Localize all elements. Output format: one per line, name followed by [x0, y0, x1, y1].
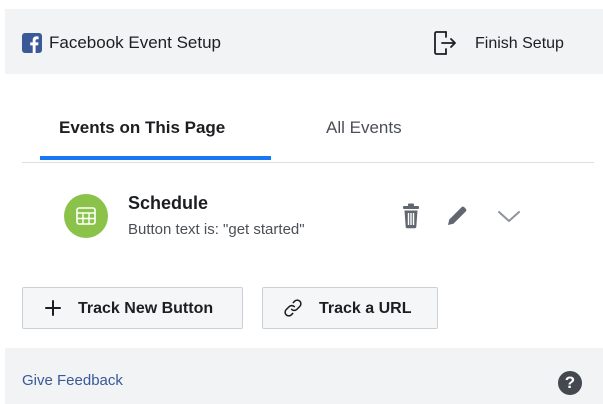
edit-event-button[interactable]	[445, 204, 469, 228]
tab-label: All Events	[326, 118, 402, 137]
track-new-button-button[interactable]: Track New Button	[22, 287, 243, 329]
panel-header: Facebook Event Setup Finish Setup	[5, 9, 603, 74]
tab-label: Events on This Page	[59, 118, 226, 137]
panel-footer: Give Feedback ?	[5, 348, 603, 404]
active-tab-indicator	[40, 156, 271, 160]
link-icon	[284, 299, 302, 317]
pencil-icon	[448, 206, 467, 225]
finish-setup-button[interactable]: Finish Setup	[433, 29, 583, 57]
page-title: Facebook Event Setup	[49, 33, 222, 52]
calendar-grid-icon	[64, 194, 108, 238]
track-url-button[interactable]: Track a URL	[262, 287, 438, 329]
give-feedback-link[interactable]: Give Feedback	[22, 371, 123, 391]
chevron-down-icon	[498, 211, 520, 222]
trash-icon	[403, 203, 419, 229]
event-tabs: Events on This Page All Events	[22, 98, 594, 163]
exit-icon	[434, 31, 456, 55]
expand-event-button[interactable]	[495, 205, 523, 227]
help-icon[interactable]: ?	[558, 371, 582, 395]
help-symbol: ?	[564, 373, 576, 392]
facebook-event-setup-panel: Facebook Event Setup Finish Setup Events…	[0, 0, 603, 404]
event-item: Schedule Button text is: "get started"	[60, 185, 540, 249]
delete-event-button[interactable]	[400, 203, 422, 229]
plus-icon	[45, 300, 61, 316]
event-description: Button text is: "get started"	[128, 221, 305, 238]
track-new-button-label: Track New Button	[78, 300, 214, 317]
track-url-label: Track a URL	[319, 300, 412, 317]
event-name: Schedule	[128, 193, 209, 213]
tab-all-events[interactable]: All Events	[292, 98, 452, 162]
facebook-logo-icon	[22, 33, 42, 53]
tab-events-on-this-page[interactable]: Events on This Page	[40, 98, 271, 162]
finish-setup-label: Finish Setup	[475, 35, 564, 52]
